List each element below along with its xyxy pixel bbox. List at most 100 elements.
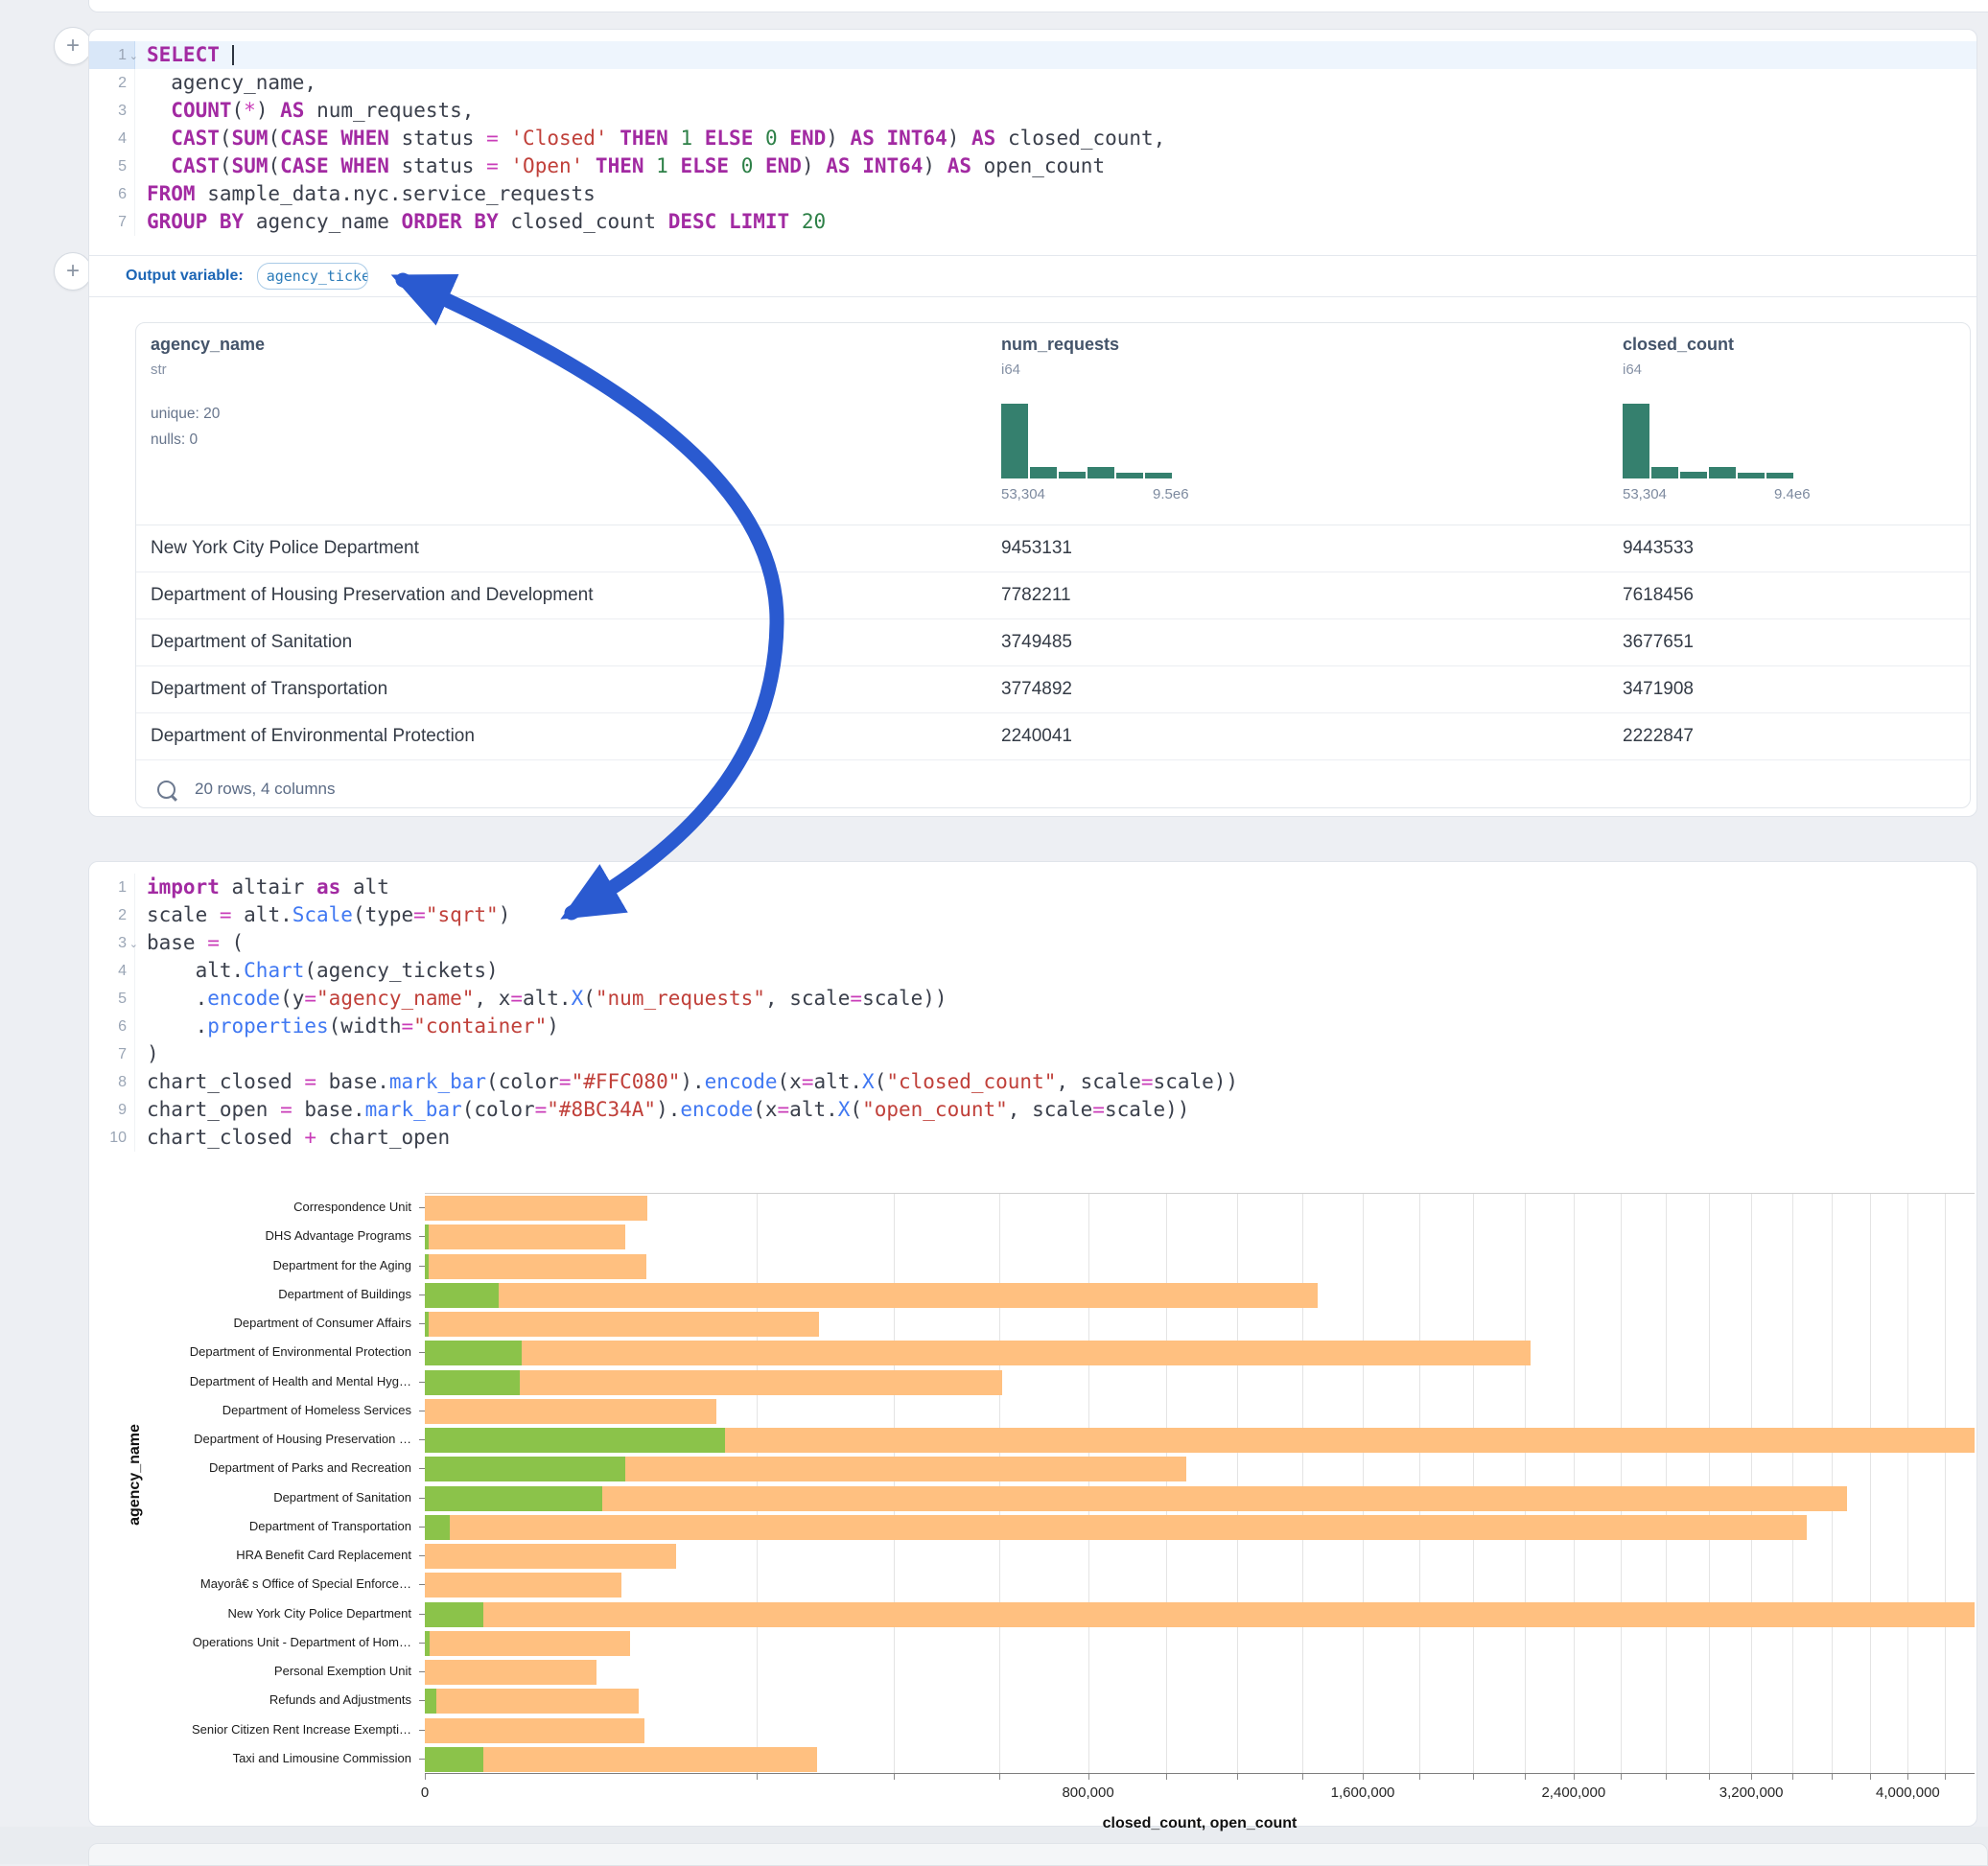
code-token [753,127,765,150]
y-axis-tick [419,1527,425,1528]
table-cell: 7618456 [1623,572,1694,618]
add-cell-button[interactable]: + [54,252,92,291]
code-text: .encode(y="agency_name", x=alt.X("num_re… [135,985,947,1013]
code-token: SUM [232,127,269,150]
python-code-editor[interactable]: 1import altair as alt2scale = alt.Scale(… [89,862,1976,1152]
code-token [789,210,802,233]
code-token: status [389,127,486,150]
y-axis-tick [419,1614,425,1615]
y-axis-label: Department of Buildings [89,1287,411,1301]
table-row[interactable]: Department of Housing Preservation and D… [136,572,1970,619]
code-line[interactable]: 7) [89,1040,1976,1068]
code-token [778,127,790,150]
table-row[interactable]: Department of Environmental Protection22… [136,713,1970,760]
column-header[interactable]: agency_namestrunique: 20nulls: 0 [151,335,265,453]
code-token: ( [875,1070,887,1093]
code-token: ( [268,154,280,177]
code-token: END [765,154,802,177]
gridline [1237,1194,1238,1774]
code-token: (type [353,903,413,926]
code-line[interactable]: 8chart_closed = base.mark_bar(color="#FF… [89,1068,1976,1096]
notebook-page: { "output_bar": { "label": "Output varia… [0,0,1988,1864]
code-line[interactable]: 7GROUP BY agency_name ORDER BY closed_co… [89,208,1976,236]
gridline [1945,1194,1946,1774]
line-number: 3 [89,97,135,125]
code-token [499,154,511,177]
column-histogram [1623,404,1795,478]
code-line[interactable]: 10chart_closed + chart_open [89,1124,1976,1152]
code-token: = [486,127,499,150]
code-line[interactable]: 4 alt.Chart(agency_tickets) [89,957,1976,985]
open_count-bar [425,1428,725,1453]
x-axis-tick-label: 1,600,000 [1331,1784,1395,1801]
code-token: ) [547,1015,559,1038]
code-line[interactable]: 1⌄SELECT [89,41,1976,69]
code-text: .properties(width="container") [135,1013,559,1040]
line-number: 6 [89,180,135,208]
code-token: , scale [1056,1070,1141,1093]
y-axis-label: New York City Police Department [89,1606,411,1621]
code-line[interactable]: 4 CAST(SUM(CASE WHEN status = 'Closed' T… [89,125,1976,152]
code-token: = [413,903,426,926]
table-cell: 2240041 [1001,713,1072,759]
code-token: ). [680,1070,704,1093]
code-line[interactable]: 3⌄base = ( [89,929,1976,957]
sql-code-editor[interactable]: 1⌄SELECT 2 agency_name,3 COUNT(*) AS num… [89,30,1976,236]
code-line[interactable]: 6 .properties(width="container") [89,1013,1976,1040]
x-axis-tick [1237,1774,1238,1780]
x-axis-tick [1907,1774,1908,1780]
code-token: . [147,1015,207,1038]
histogram-bar [1766,473,1793,478]
x-axis-tick [1419,1774,1420,1780]
code-token [729,154,741,177]
column-name: agency_name [151,335,265,355]
y-axis-tick [419,1671,425,1672]
table-row[interactable]: Department of Sanitation37494853677651 [136,619,1970,666]
output-variable-pill[interactable]: agency_tickets [257,263,368,290]
y-axis-label: HRA Benefit Card Replacement [89,1548,411,1562]
gridline [1832,1194,1833,1774]
code-line[interactable]: 2scale = alt.Scale(type="sqrt") [89,901,1976,929]
table-row[interactable]: Department of Transportation377489234719… [136,666,1970,713]
code-line[interactable]: 5 CAST(SUM(CASE WHEN status = 'Open' THE… [89,152,1976,180]
gridline [1574,1194,1575,1774]
code-line[interactable]: 5 .encode(y="agency_name", x=alt.X("num_… [89,985,1976,1013]
x-axis-tick [1166,1774,1167,1780]
code-line[interactable]: 3 COUNT(*) AS num_requests, [89,97,1976,125]
code-token: INT64 [862,154,923,177]
line-number: 2 [89,69,135,97]
y-axis-label: Department of Sanitation [89,1490,411,1504]
table-row[interactable]: New York City Police Department945313194… [136,525,1970,572]
code-token: 'Closed' [510,127,607,150]
code-token: X [572,987,584,1010]
histogram-bar [1680,472,1707,478]
code-token: 1 [656,154,668,177]
x-axis-tick [757,1774,758,1780]
code-line[interactable]: 6FROM sample_data.nyc.service_requests [89,180,1976,208]
code-token: CAST [171,154,220,177]
search-icon[interactable] [157,781,175,799]
x-axis-tick [1525,1774,1526,1780]
table-cell: 9443533 [1623,525,1694,571]
code-token: AS [971,127,995,150]
table-cell: Department of Transportation [151,666,387,712]
y-axis-tick [419,1236,425,1237]
add-cell-button[interactable]: + [54,27,92,65]
gridline [1907,1194,1908,1774]
code-line[interactable]: 1import altair as alt [89,874,1976,901]
fold-chevron-icon[interactable]: ⌄ [129,43,138,71]
fold-chevron-icon[interactable]: ⌄ [129,931,138,959]
gridline [1088,1194,1089,1774]
code-token: . [147,987,207,1010]
open_count-bar [425,1254,429,1279]
column-header[interactable]: closed_counti6453,3049.4e6 [1623,335,1734,378]
code-line[interactable]: 9chart_open = base.mark_bar(color="#8BC3… [89,1096,1976,1124]
code-token: alt. [232,903,292,926]
code-token: AS [851,127,875,150]
plus-icon: + [66,260,80,283]
column-header[interactable]: num_requestsi6453,3049.5e6 [1001,335,1119,378]
y-axis-tick [419,1207,425,1208]
code-line[interactable]: 2 agency_name, [89,69,1976,97]
y-axis-label: Taxi and Limousine Commission [89,1751,411,1765]
code-token: SUM [232,154,269,177]
